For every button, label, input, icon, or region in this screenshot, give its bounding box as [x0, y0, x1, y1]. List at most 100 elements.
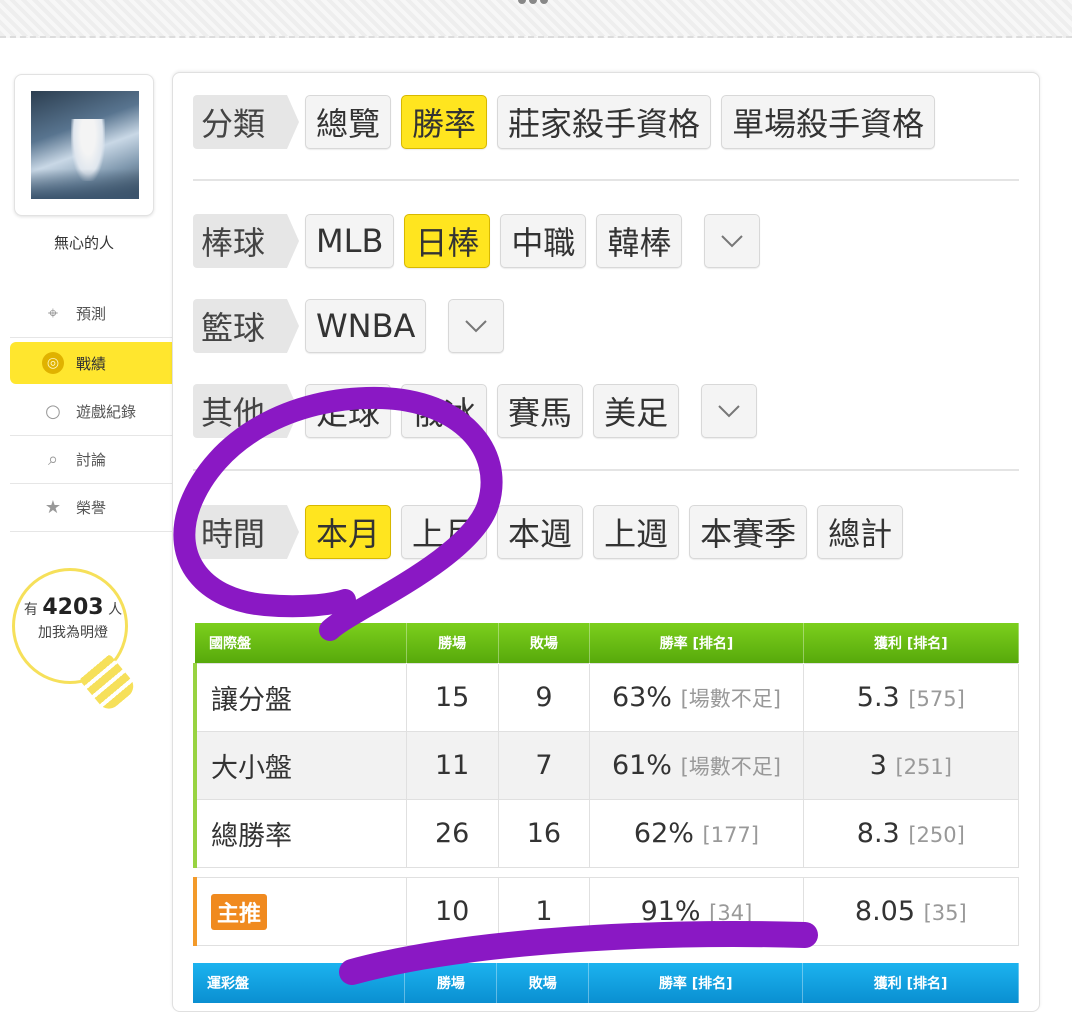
profit-value: 8.3: [856, 817, 900, 849]
filter-label: 棒球: [193, 214, 300, 268]
profit-cell: 3 [251]: [802, 730, 1020, 800]
chevron-down-icon: [465, 320, 488, 333]
wins-cell: 10: [405, 877, 499, 946]
period-total[interactable]: 總計: [817, 505, 904, 559]
fans-count: 4203: [42, 595, 104, 620]
rate-cell: 62% [177]: [589, 798, 804, 868]
wins-cell: 11: [405, 730, 499, 800]
tab-bookie-killer[interactable]: 莊家殺手資格: [497, 95, 712, 149]
period-last-month[interactable]: 上月: [401, 505, 488, 559]
row-name: 大小盤: [192, 730, 407, 800]
losses-cell: 7: [497, 730, 591, 800]
sidebar-item-label: 戰績: [76, 354, 107, 373]
tab-overview[interactable]: 總覽: [305, 95, 392, 149]
main-pick-cell: 主推: [192, 877, 407, 946]
rate-value: 63%: [611, 681, 672, 713]
profit-rank: [250]: [908, 822, 965, 847]
profit-cell: 8.05 [35]: [802, 877, 1020, 946]
league-kbo[interactable]: 韓棒: [596, 214, 683, 268]
sidebar-item-discussion[interactable]: ⌕ 討論: [10, 436, 172, 484]
rate-rank: [場數不足]: [680, 686, 781, 711]
sidebar-item-record[interactable]: ◎ 戰績: [10, 342, 186, 384]
tab-single-killer[interactable]: 單場殺手資格: [721, 95, 936, 149]
sidebar-item-honor[interactable]: ★ 榮譽: [10, 484, 172, 532]
top-strip: [0, 0, 1072, 38]
league-russian-hockey[interactable]: 俄冰: [401, 384, 488, 438]
column-header: 勝場: [406, 623, 499, 663]
profit-rank: [575]: [908, 686, 965, 711]
fans-prefix: 有: [23, 602, 38, 618]
avatar[interactable]: [14, 74, 154, 216]
rate-value: 91%: [640, 896, 701, 927]
league-cpbl[interactable]: 中職: [500, 214, 587, 268]
filter-label: 分類: [193, 95, 300, 149]
column-header: 國際盤: [195, 623, 407, 663]
table-header: 運彩盤 勝場 敗場 勝率 [排名] 獲利 [排名]: [193, 963, 1019, 1003]
sidebar-item-label: 討論: [76, 451, 107, 469]
column-header: 敗場: [498, 623, 591, 663]
sidebar-nav: ⌖ 預測 ◎ 戰績 ○ 遊戲紀錄 ⌕ 討論 ★ 榮譽: [10, 290, 186, 532]
column-header: 勝率 [排名]: [589, 623, 804, 663]
crosshair-icon: ⌖: [47, 303, 59, 324]
column-header: 敗場: [496, 963, 590, 1003]
other-more-dropdown[interactable]: [701, 384, 758, 438]
baseball-filter: 棒球 MLB 日棒 中職 韓棒: [193, 214, 761, 268]
page-indicator: [518, 0, 548, 4]
divider: [193, 469, 1019, 471]
rate-value: 62%: [633, 817, 694, 849]
period-last-week[interactable]: 上週: [593, 505, 680, 559]
period-this-week[interactable]: 本週: [497, 505, 584, 559]
rate-cell: 91% [34]: [589, 877, 804, 946]
main-pick-badge: 主推: [211, 893, 268, 930]
table-row: 讓分盤 15 9 63% [場數不足] 5.3 [575]: [192, 662, 1020, 732]
filter-label: 時間: [193, 505, 300, 559]
sidebar-item-label: 遊戲紀錄: [76, 403, 137, 421]
intl-odds-table: 國際盤 勝場 敗場 勝率 [排名] 獲利 [排名] 讓分盤 15 9 63% […: [192, 623, 1020, 868]
chevron-down-icon: [721, 235, 744, 248]
period-this-season[interactable]: 本賽季: [689, 505, 808, 559]
league-mlb[interactable]: MLB: [305, 214, 395, 268]
profit-rank: [251]: [895, 754, 952, 779]
league-soccer[interactable]: 足球: [305, 384, 392, 438]
category-filter: 分類 總覽 勝率 莊家殺手資格 單場殺手資格: [193, 95, 936, 149]
tab-win-rate[interactable]: 勝率: [401, 95, 488, 149]
follow-label: 加我為明燈: [38, 625, 108, 641]
main-pick-table: 主推 10 1 91% [34] 8.05 [35]: [192, 877, 1020, 946]
time-filter: 時間 本月 上月 本週 上週 本賽季 總計: [193, 505, 904, 559]
rate-cell: 63% [場數不足]: [589, 662, 804, 732]
circle-icon: ○: [45, 401, 61, 422]
period-this-month[interactable]: 本月: [305, 505, 392, 559]
column-header: 勝率 [排名]: [588, 963, 804, 1003]
sidebar-item-game-log[interactable]: ○ 遊戲紀錄: [10, 388, 172, 436]
rate-rank: [場數不足]: [680, 754, 781, 779]
column-header: 運彩盤: [193, 963, 406, 1003]
profit-value: 5.3: [856, 681, 900, 713]
rate-rank: [177]: [702, 822, 759, 847]
league-american-football[interactable]: 美足: [593, 384, 680, 438]
table-row: 大小盤 11 7 61% [場數不足] 3 [251]: [192, 730, 1020, 800]
losses-cell: 9: [497, 662, 591, 732]
losses-cell: 1: [497, 877, 591, 946]
baseball-more-dropdown[interactable]: [704, 214, 761, 268]
filter-label: 籃球: [193, 299, 300, 353]
basketball-filter: 籃球 WNBA: [193, 299, 505, 353]
profit-value: 8.05: [854, 896, 916, 927]
target-icon: ◎: [42, 352, 64, 374]
league-npb[interactable]: 日棒: [404, 214, 491, 268]
rate-value: 61%: [611, 749, 672, 781]
losses-cell: 16: [497, 798, 591, 868]
column-header: 獲利 [排名]: [803, 623, 1020, 663]
sidebar-item-predict[interactable]: ⌖ 預測: [10, 290, 172, 338]
column-header: 勝場: [404, 963, 498, 1003]
rate-rank: [34]: [709, 901, 753, 925]
sidebar-item-label: 預測: [76, 305, 107, 323]
sidebar-item-label: 榮譽: [76, 499, 107, 517]
league-horse-racing[interactable]: 賽馬: [497, 384, 584, 438]
basketball-more-dropdown[interactable]: [448, 299, 505, 353]
table-row: 主推 10 1 91% [34] 8.05 [35]: [192, 877, 1020, 946]
stats-panel: 分類 總覽 勝率 莊家殺手資格 單場殺手資格 棒球 MLB 日棒 中職 韓棒 籃…: [172, 72, 1040, 1012]
league-wnba[interactable]: WNBA: [305, 299, 427, 353]
wins-cell: 15: [405, 662, 499, 732]
wins-cell: 26: [405, 798, 499, 868]
fans-suffix: 人: [108, 602, 123, 618]
